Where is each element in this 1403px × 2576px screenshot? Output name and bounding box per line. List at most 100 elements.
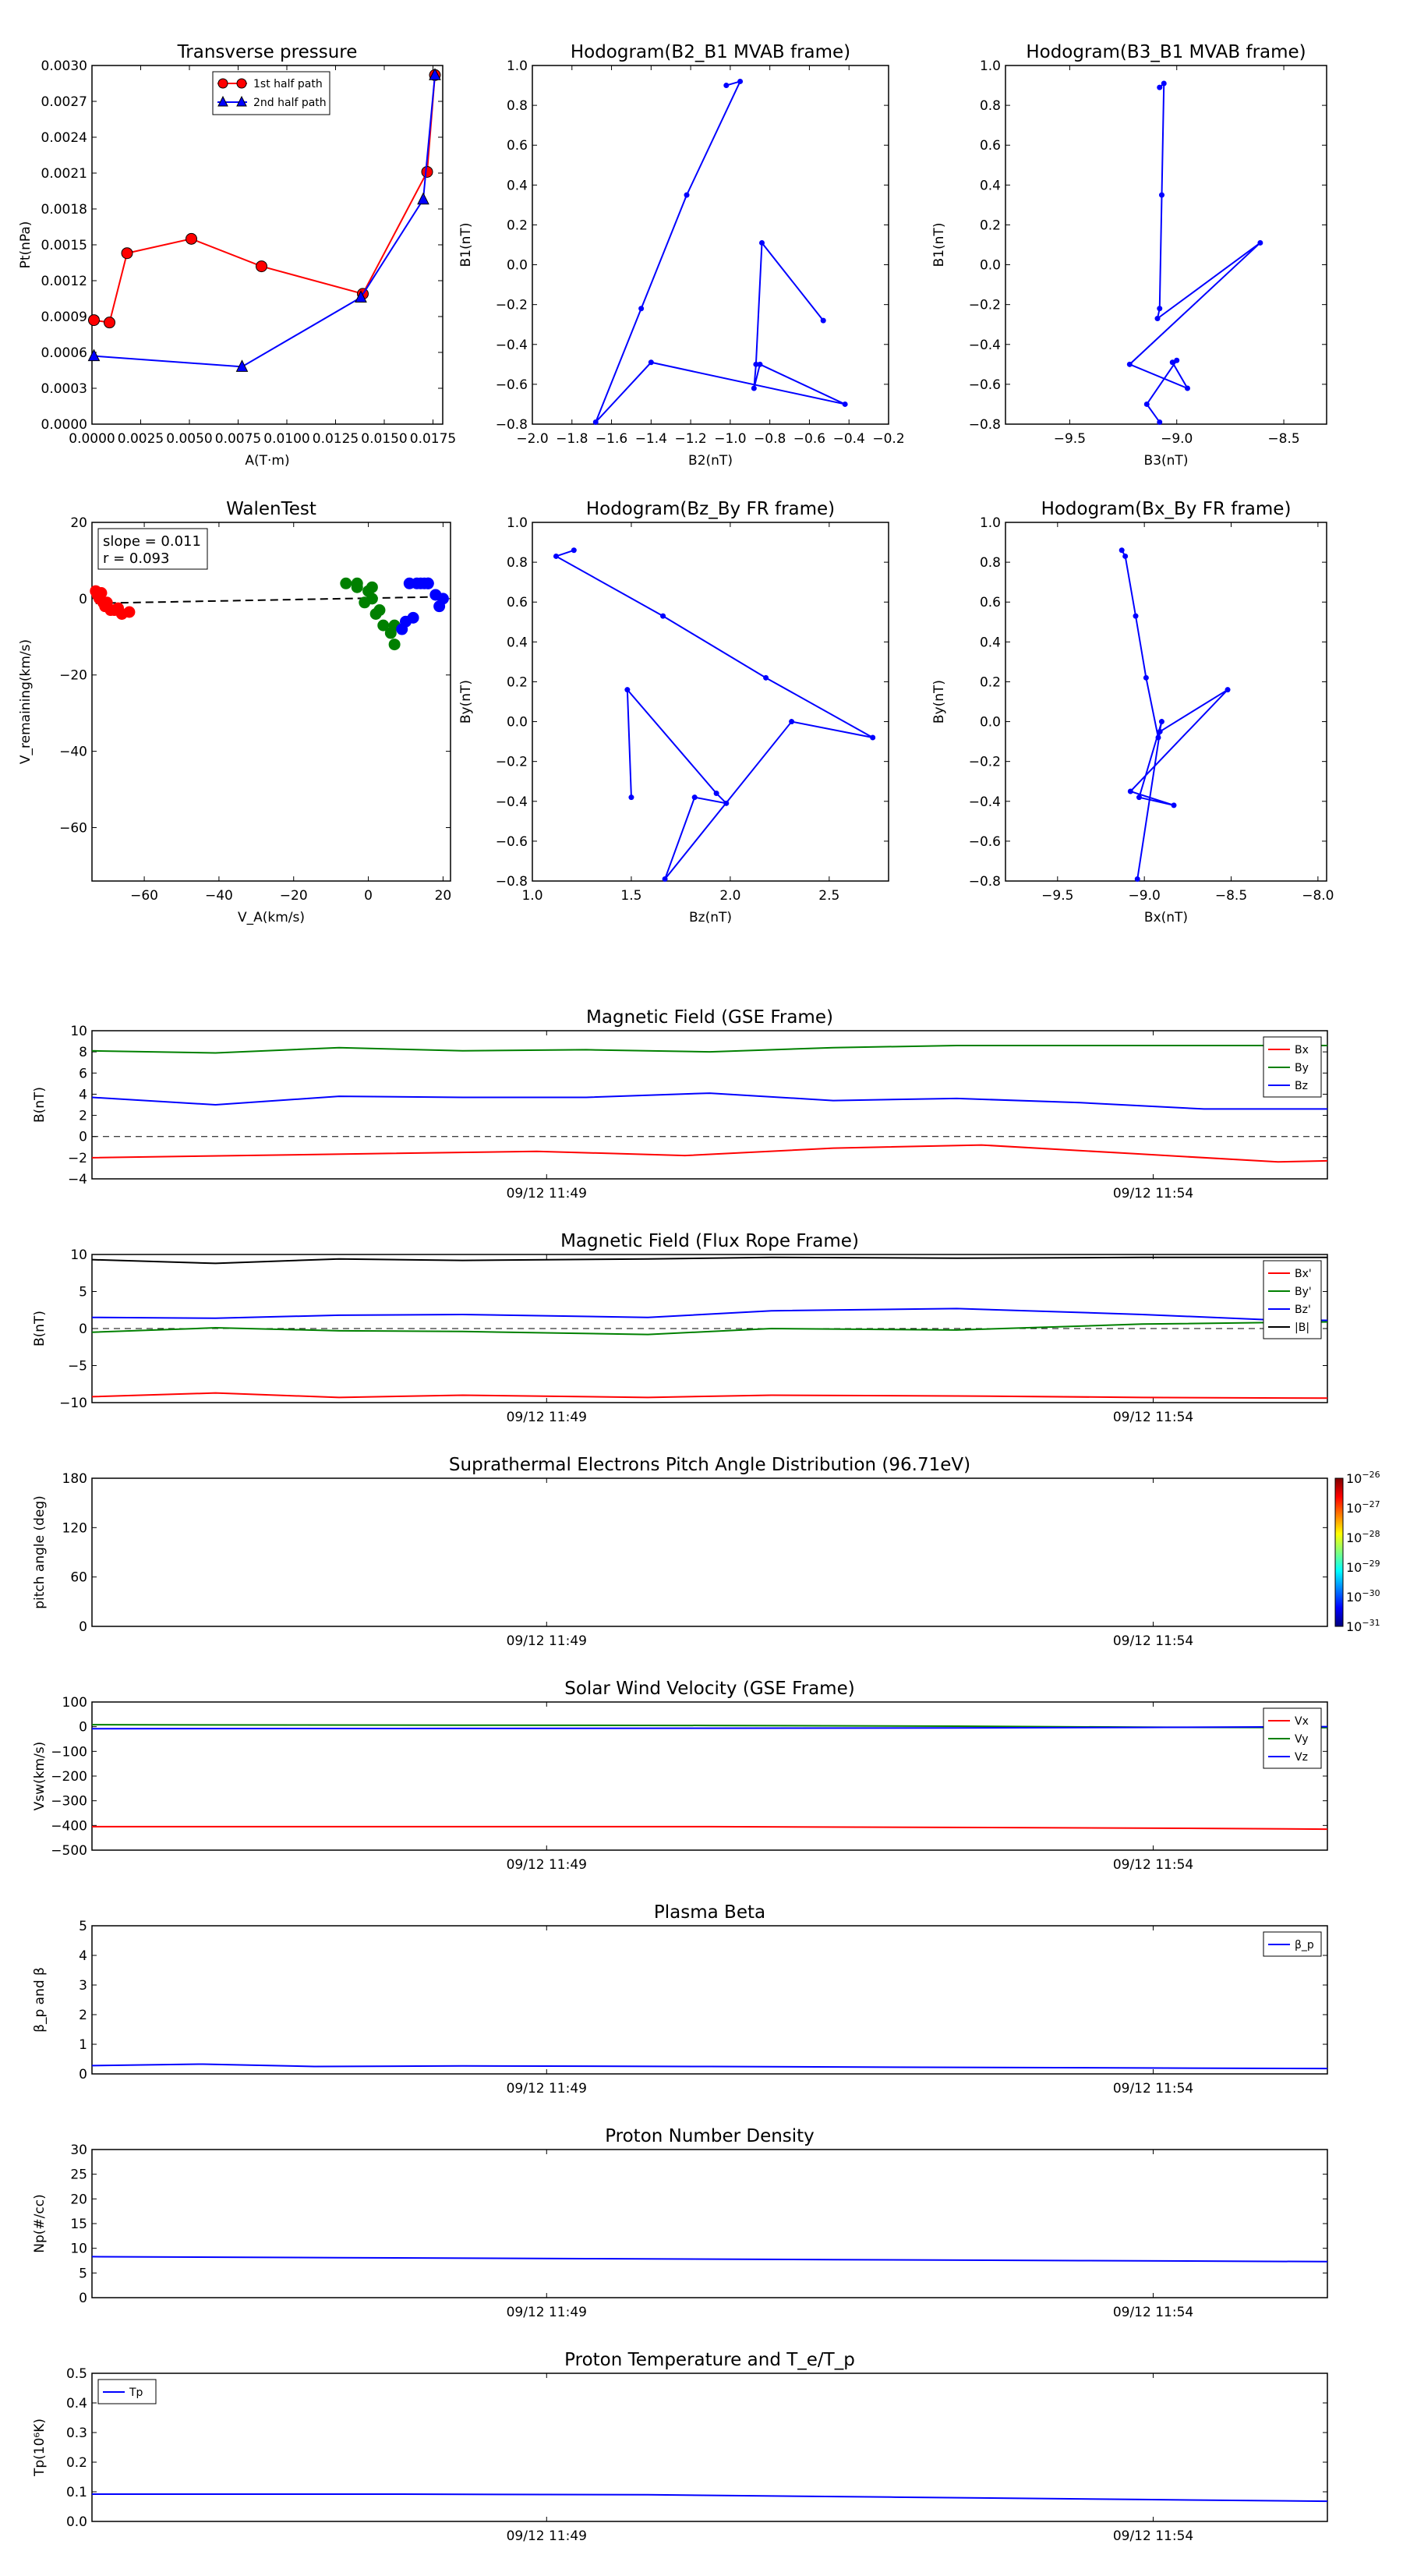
legend-label: Bz' xyxy=(1295,1304,1311,1316)
hodogram-point xyxy=(1174,357,1180,363)
hodogram-point xyxy=(759,239,765,246)
x-tick-label: 0.0050 xyxy=(166,431,212,447)
scatter-point xyxy=(366,581,378,593)
colorbar-tick-label: 10−29 xyxy=(1346,1559,1380,1575)
hodogram-point xyxy=(1119,547,1125,554)
hodogram-point xyxy=(571,547,577,554)
panel-title: Transverse pressure xyxy=(177,42,358,62)
plot-frame xyxy=(1005,522,1327,882)
x-tick-label: 09/12 11:54 xyxy=(1113,2081,1193,2097)
x-tick-label: 0.0175 xyxy=(410,431,456,447)
y-tick-label: −60 xyxy=(59,820,87,836)
colorbar-tick-label: 10−30 xyxy=(1346,1588,1380,1605)
x-axis-label: V_A(km/s) xyxy=(238,910,305,925)
y-axis-label: B(nT) xyxy=(32,1087,48,1123)
x-tick-label: 09/12 11:49 xyxy=(507,2528,587,2544)
colorbar-tick-label: 10−31 xyxy=(1346,1618,1380,1634)
legend: Tp xyxy=(97,2379,157,2404)
panel-h3: Hodogram(Bz_By FR frame) −0.8 −0.6 −0.4 −0.2… xyxy=(458,499,889,925)
y-tick-label: 0.0 xyxy=(507,258,528,274)
y-tick-label: −40 xyxy=(59,745,87,760)
y-tick-label: 0.4 xyxy=(66,2396,87,2411)
x-tick-label: −1.2 xyxy=(674,431,706,447)
y-tick-label: 0.0018 xyxy=(41,202,87,218)
plot-frame xyxy=(532,65,889,425)
hodogram-point xyxy=(638,306,645,312)
y-axis-label: Vsw(km/s) xyxy=(32,1742,48,1811)
panel-ts4: Solar Wind Velocity (GSE Frame) −500 −400 −… xyxy=(32,1679,1328,1873)
y-tick-label: 2 xyxy=(79,1109,87,1124)
y-tick-label: 0.2 xyxy=(66,2455,87,2471)
hodogram-point xyxy=(1127,788,1133,794)
y-tick-label: 5 xyxy=(79,2266,87,2281)
plot-frame xyxy=(91,522,451,882)
figure-svg: Transverse pressure 0.0000 0.0 0 0 3 0.0006 0.0… xyxy=(18,42,1380,2544)
scatter-point xyxy=(373,604,386,617)
x-tick-label: −1.6 xyxy=(595,431,627,447)
y-tick-label: 10 xyxy=(70,2242,87,2257)
y-tick-label: −400 xyxy=(51,1818,87,1834)
scatter-point xyxy=(123,606,136,618)
x-tick-label: −9.5 xyxy=(1041,888,1073,904)
hodogram-point xyxy=(1225,687,1231,693)
legend-label: Vz xyxy=(1295,1751,1308,1764)
y-tick-label: 0.0027 xyxy=(41,94,87,110)
scatter-point xyxy=(95,587,108,600)
y-tick-label: 0 xyxy=(79,2291,87,2306)
x-axis-label: B3(nT) xyxy=(1144,453,1189,469)
hodogram-point xyxy=(1136,794,1142,801)
x-tick-label: 2.5 xyxy=(818,888,839,904)
y-tick-label: 0 xyxy=(79,1130,87,1145)
colorbar-tick-label: 10−27 xyxy=(1346,1499,1380,1516)
x-axis-label: B2(nT) xyxy=(688,453,733,469)
panel-ts2: Magnetic Field (Flux Rope Frame) −10 −5 0 5 1… xyxy=(32,1231,1328,1425)
hodogram-point xyxy=(842,401,848,407)
legend: Bx By Bz xyxy=(1263,1036,1322,1098)
y-tick-label: 0.6 xyxy=(980,595,1001,610)
y-tick-label: 0.6 xyxy=(507,595,528,610)
panel-ts7: Proton Temperature and T_e/T_p 0.0 0.1 0.2 0… xyxy=(32,2350,1328,2544)
y-axis-label: Np(#/cc) xyxy=(32,2194,48,2252)
legend-label: 1st half path xyxy=(253,78,323,90)
y-tick-label: 0.2 xyxy=(507,218,528,233)
legend-label: Vx xyxy=(1295,1715,1309,1728)
y-tick-label: 0.8 xyxy=(507,98,528,114)
y-tick-label: 0.0009 xyxy=(41,310,87,325)
plot-frame xyxy=(91,1030,1328,1180)
hodogram-point xyxy=(723,83,730,89)
y-axis-label: Pt(nPa) xyxy=(18,221,34,269)
legend: Bx' By' Bz' |B| xyxy=(1263,1260,1322,1339)
legend-label: 2nd half path xyxy=(253,97,327,109)
y-tick-label: −0.8 xyxy=(969,874,1001,890)
plot-frame xyxy=(91,65,444,425)
hodogram-point xyxy=(1157,84,1163,90)
x-tick-label: −0.2 xyxy=(872,431,904,447)
panel-title: Solar Wind Velocity (GSE Frame) xyxy=(564,1679,854,1699)
y-tick-label: 20 xyxy=(70,515,87,531)
y-axis-label: pitch angle (deg) xyxy=(32,1495,48,1609)
y-tick-label: −0.2 xyxy=(969,298,1001,313)
x-tick-label: −2.0 xyxy=(516,431,548,447)
y-tick-label: 15 xyxy=(70,2217,87,2232)
panel-h1: Hodogram(B2_B1 MVAB frame) −0.8 −0.6 −0.4 −0… xyxy=(458,42,905,469)
panel-h2: Hodogram(B3_B1 MVAB frame) −0.8 −0.6 −0.4 −0… xyxy=(931,42,1327,469)
y-tick-label: −5 xyxy=(68,1359,87,1375)
x-tick-label: 0.0125 xyxy=(313,431,359,447)
x-tick-label: 2.0 xyxy=(719,888,740,904)
x-tick-label: 1.0 xyxy=(521,888,542,904)
y-tick-label: 3 xyxy=(79,1978,87,1994)
y-tick-label: −0.8 xyxy=(496,874,528,890)
panel-ts3: Suprathermal Electrons Pitch Angle Distr… xyxy=(32,1455,1380,1649)
hodogram-point xyxy=(1157,419,1163,425)
x-tick-label: 0.0000 xyxy=(69,431,115,447)
y-tick-label: 120 xyxy=(62,1520,87,1536)
y-tick-label: 0.4 xyxy=(980,178,1001,193)
x-tick-label: 09/12 11:54 xyxy=(1113,1186,1193,1201)
y-tick-label: −10 xyxy=(59,1396,87,1411)
data-point xyxy=(104,317,115,329)
hodogram-point xyxy=(1257,239,1263,246)
hodogram-point xyxy=(1134,876,1140,882)
hodogram-point xyxy=(691,794,698,801)
y-tick-label: 0.0006 xyxy=(41,345,87,361)
x-tick-label: 0.0100 xyxy=(263,431,309,447)
